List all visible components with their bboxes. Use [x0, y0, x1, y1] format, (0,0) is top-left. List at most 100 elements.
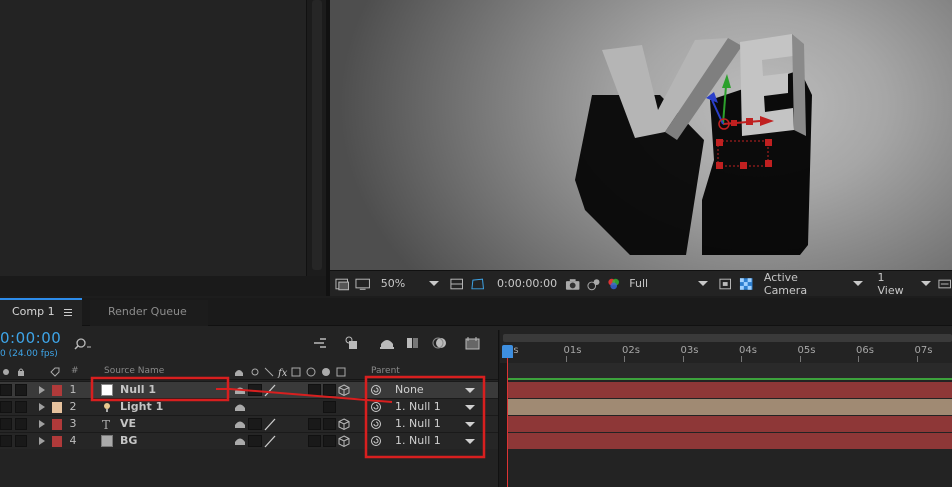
parent-dropdown-icon[interactable] [465, 439, 475, 444]
snapshot-icon[interactable] [565, 277, 580, 291]
effects-switch[interactable] [308, 384, 321, 396]
expand-twirl-icon[interactable] [39, 437, 45, 445]
column-source-name[interactable]: Source Name [104, 366, 164, 376]
quality-slash-icon[interactable] [264, 417, 276, 431]
active-camera-value[interactable]: Active Camera [764, 271, 842, 297]
layer-bar[interactable] [507, 416, 952, 432]
comp-mini-flowchart-icon[interactable] [312, 335, 330, 351]
video-switch[interactable] [0, 418, 12, 430]
parent-value[interactable]: 1. Null 1 [395, 417, 441, 430]
always-preview-icon[interactable] [335, 277, 350, 291]
toggle-pixel-aspect-icon[interactable] [937, 277, 952, 291]
search-icon[interactable] [74, 337, 94, 351]
time-navigator[interactable] [503, 334, 952, 342]
parent-dropdown-icon[interactable] [465, 422, 475, 427]
label-color-swatch[interactable] [52, 436, 62, 447]
3d-layer-cube-icon[interactable] [338, 417, 350, 431]
frame-blending-icon[interactable] [404, 335, 422, 351]
layer-row[interactable]: 2 Light 1 1. Null 1 [0, 398, 498, 415]
grid-guides-icon[interactable] [449, 277, 464, 291]
quality-slash-icon[interactable] [264, 383, 276, 397]
quality-switch[interactable] [248, 384, 262, 396]
composition-viewer[interactable] [330, 0, 952, 270]
parent-dropdown-icon[interactable] [465, 388, 475, 393]
show-snapshot-icon[interactable] [586, 277, 601, 291]
expand-twirl-icon[interactable] [39, 420, 45, 428]
pick-whip-icon[interactable] [370, 435, 382, 447]
draft-3d-icon[interactable] [344, 335, 362, 351]
layer-bar[interactable] [507, 399, 952, 415]
pick-whip-icon[interactable] [370, 401, 382, 413]
layer-name[interactable]: BG [120, 434, 137, 447]
timeline-timecode[interactable]: 0:00:00 [0, 329, 61, 347]
expand-twirl-icon[interactable] [39, 403, 45, 411]
layer-row[interactable]: 4 BG 1. Null 1 [0, 432, 498, 449]
lock-switch[interactable] [15, 401, 27, 413]
quality-switch[interactable] [248, 418, 262, 430]
layer-bar[interactable] [507, 382, 952, 398]
pick-whip-icon[interactable] [370, 418, 382, 430]
motion-blur-icon[interactable] [431, 335, 449, 351]
layer-row[interactable]: 3 T VE 1. Null 1 [0, 415, 498, 432]
pick-whip-icon[interactable] [370, 384, 382, 396]
layer-name[interactable]: VE [120, 417, 136, 430]
quality-switch[interactable] [248, 435, 262, 447]
channel-icon[interactable] [606, 277, 621, 291]
3d-layer-cube-icon[interactable] [338, 434, 350, 448]
layer-row[interactable]: 1 Null 1 None [0, 381, 498, 398]
tab-menu-icon[interactable] [64, 309, 72, 316]
motion-blur-switch[interactable] [323, 401, 336, 413]
quality-slash-icon[interactable] [264, 434, 276, 448]
zoom-value[interactable]: 50% [381, 277, 405, 290]
monitor-icon[interactable] [355, 277, 371, 291]
shy-switch-icon[interactable] [234, 400, 246, 414]
parent-value[interactable]: 1. Null 1 [395, 434, 441, 447]
lock-switch[interactable] [15, 435, 27, 447]
graph-editor-icon[interactable] [464, 335, 482, 351]
video-switch[interactable] [0, 435, 12, 447]
parent-value[interactable]: None [395, 383, 424, 396]
hide-shy-layers-icon[interactable] [378, 335, 396, 351]
effects-switch[interactable] [308, 435, 321, 447]
panel-divider[interactable] [0, 276, 330, 296]
scrollbar-thumb[interactable] [312, 0, 322, 270]
layer-name[interactable]: Null 1 [120, 383, 156, 396]
view-layout-value[interactable]: 1 View [877, 271, 912, 297]
column-parent[interactable]: Parent [371, 366, 400, 376]
mask-visibility-icon[interactable] [470, 277, 485, 291]
region-of-interest-icon[interactable] [718, 277, 733, 291]
resolution-dropdown-icon[interactable] [698, 281, 709, 286]
tab-render-queue-label[interactable]: Render Queue [108, 305, 187, 318]
video-switch[interactable] [0, 384, 12, 396]
lock-switch[interactable] [15, 418, 27, 430]
layer-name[interactable]: Light 1 [120, 400, 163, 413]
motion-blur-switch[interactable] [323, 418, 336, 430]
parent-dropdown-icon[interactable] [465, 405, 475, 410]
av-features-icon[interactable] [2, 367, 32, 377]
label-color-swatch[interactable] [52, 419, 62, 430]
label-color-swatch[interactable] [52, 402, 62, 413]
project-panel-scrollbar[interactable] [306, 0, 326, 276]
work-area-bar[interactable] [507, 363, 952, 380]
motion-blur-switch[interactable] [323, 384, 336, 396]
effects-switch[interactable] [308, 418, 321, 430]
transparency-grid-icon[interactable] [739, 277, 754, 291]
3d-layer-cube-icon[interactable] [338, 383, 350, 397]
motion-blur-switch[interactable] [323, 435, 336, 447]
layer-bar[interactable] [507, 433, 952, 449]
switches-header-icons[interactable]: fx [234, 366, 349, 378]
parent-value[interactable]: 1. Null 1 [395, 400, 441, 413]
current-time-indicator-head[interactable] [502, 345, 513, 358]
label-color-swatch[interactable] [52, 385, 62, 396]
resolution-value[interactable]: Full [629, 277, 648, 290]
tab-comp-label[interactable]: Comp 1 [12, 305, 55, 318]
shy-switch-icon[interactable] [234, 383, 246, 397]
view-layout-dropdown-icon[interactable] [920, 281, 931, 286]
shy-switch-icon[interactable] [234, 434, 246, 448]
label-icon[interactable] [49, 366, 61, 378]
tab-comp-1[interactable]: Comp 1 [0, 298, 82, 326]
lock-switch[interactable] [15, 384, 27, 396]
shy-switch-icon[interactable] [234, 417, 246, 431]
video-switch[interactable] [0, 401, 12, 413]
expand-twirl-icon[interactable] [39, 386, 45, 394]
